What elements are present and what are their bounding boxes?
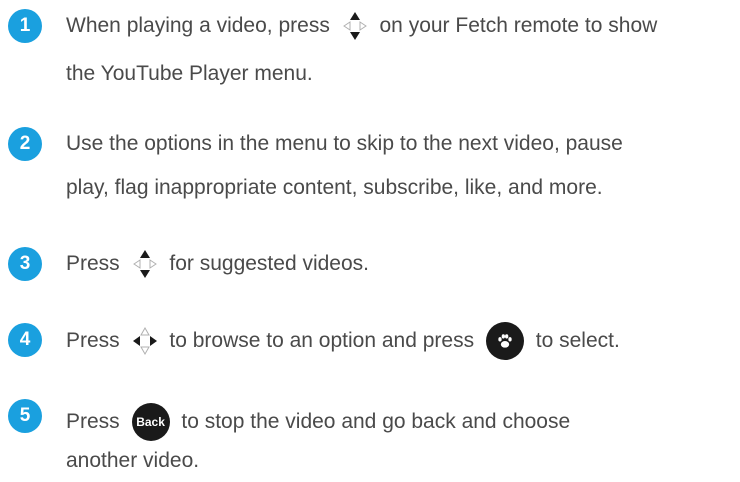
step-text: Press (66, 252, 120, 275)
step-text: When playing a video, press (66, 14, 330, 37)
paw-button-icon (485, 322, 524, 361)
step-number-badge: 1 (8, 9, 42, 43)
step-2-line-1: Use the options in the menu to skip to t… (66, 132, 623, 155)
step-2-line-2: play, flag inappropriate content, subscr… (66, 176, 603, 199)
step-text: to browse to an option and press (169, 329, 475, 352)
step-5-line-1: Press Back to stop the video and go back… (66, 401, 570, 443)
step-number-badge: 2 (8, 127, 42, 161)
step-text: on your Fetch remote to show (379, 14, 658, 37)
step-text: to stop the video and go back and choose (181, 410, 571, 433)
dpad-up-down-icon (130, 246, 160, 282)
paw-icon (498, 334, 512, 349)
step-5-line-2: another video. (66, 449, 200, 472)
step-text: to select. (535, 329, 620, 352)
step-number-badge: 3 (8, 247, 42, 281)
back-button-icon: Back (131, 403, 170, 442)
step-text: Press (66, 410, 120, 433)
step-1-line-2: the YouTube Player menu. (66, 62, 313, 85)
step-text: Press (66, 329, 120, 352)
step-3-line-1: Press for suggested videos. (66, 243, 369, 285)
step-1-line-1: When playing a video, press on your Fetc… (66, 5, 657, 47)
step-number-badge: 4 (8, 323, 42, 357)
dpad-up-down-icon (340, 8, 370, 44)
step-text: for suggested videos. (169, 252, 369, 275)
step-number-badge: 5 (8, 399, 42, 433)
dpad-left-right-icon (130, 323, 160, 359)
step-4-line-1: Press to browse to an option and press t… (66, 320, 620, 362)
back-button-label: Back (136, 415, 165, 430)
